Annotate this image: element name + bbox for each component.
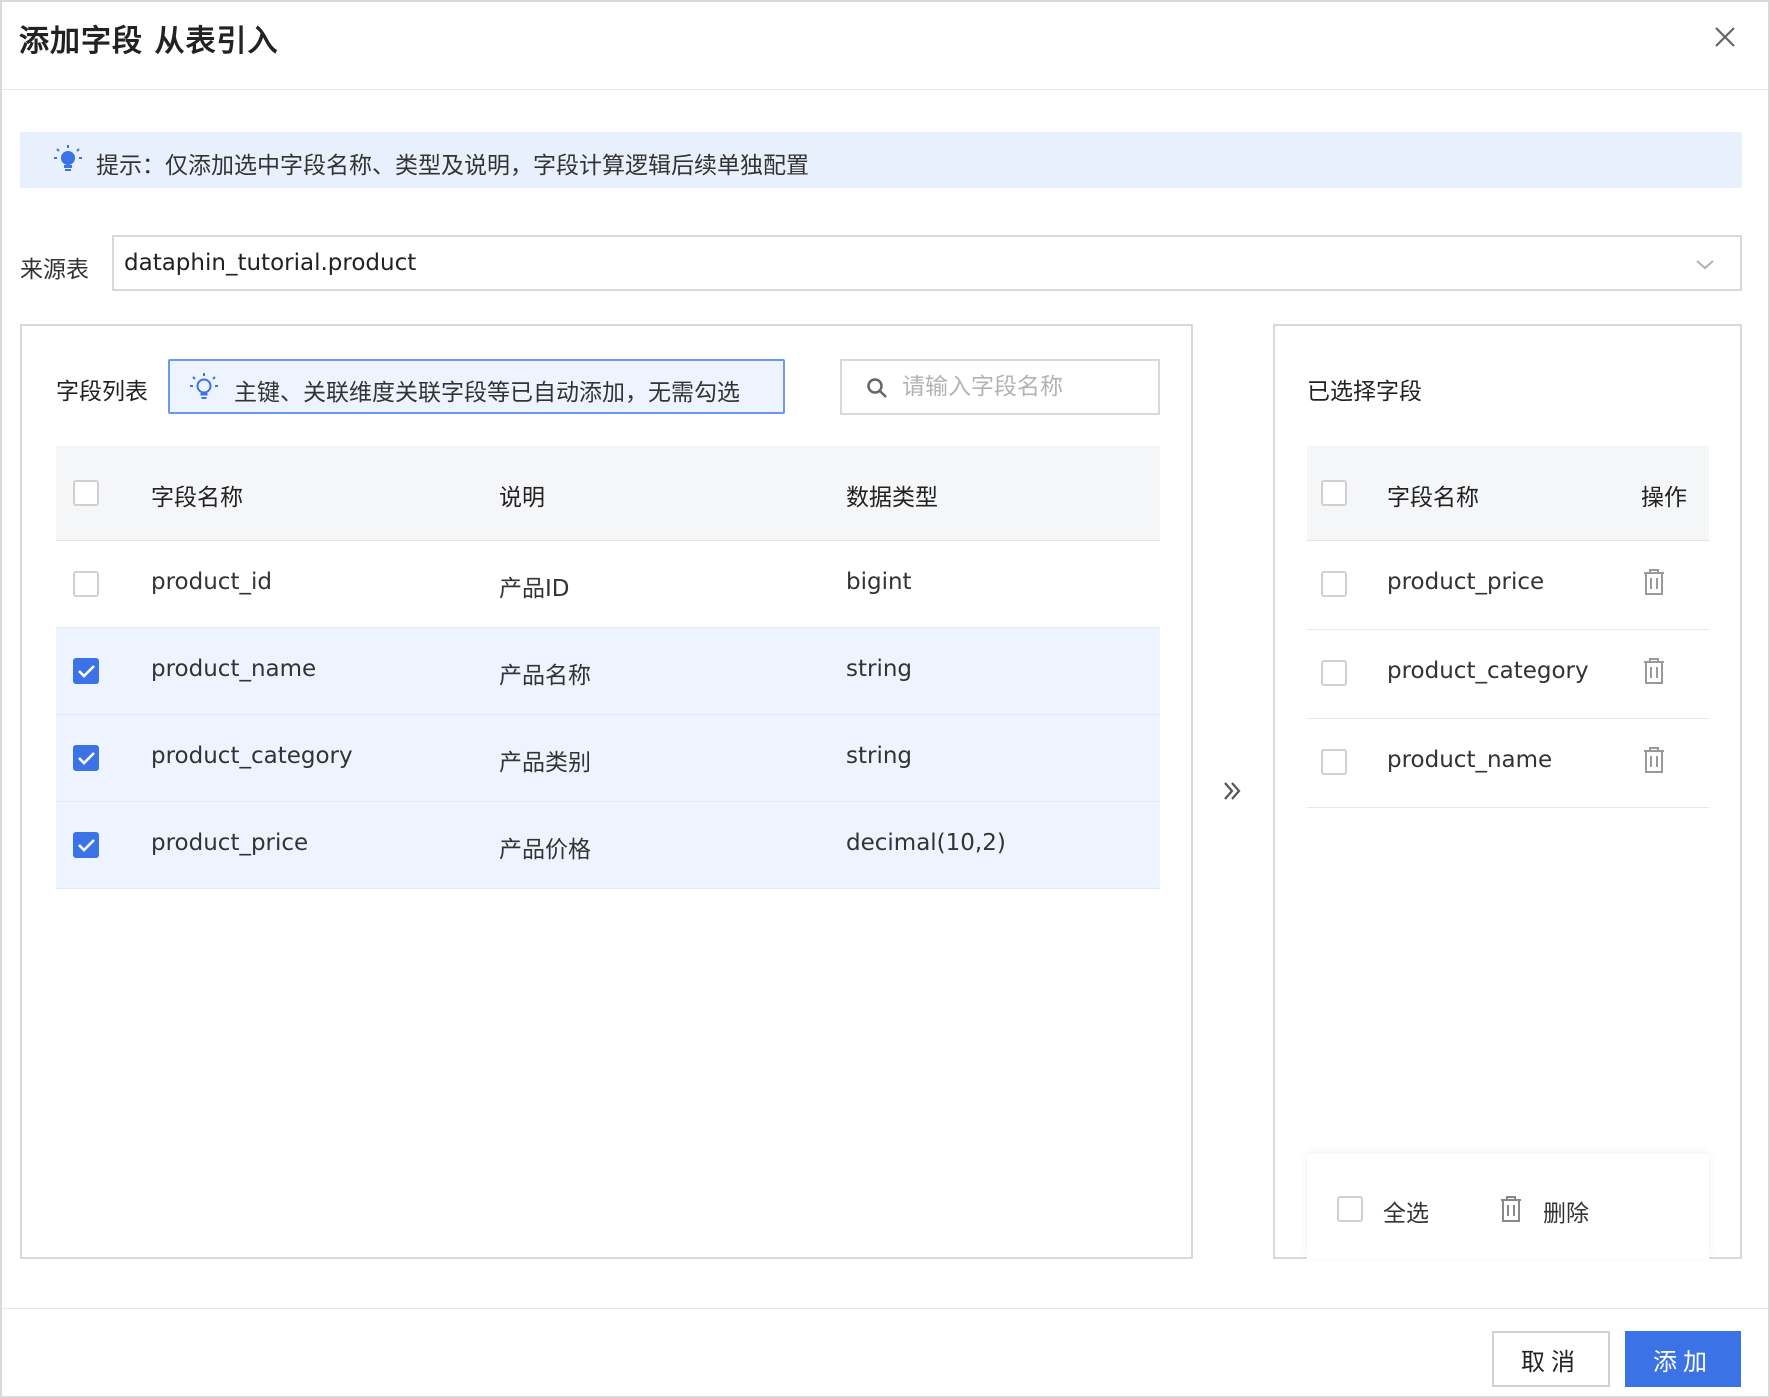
row-checkbox[interactable] xyxy=(1321,571,1347,597)
tip-text: 提示：仅添加选中字段名称、类型及说明，字段计算逻辑后续单独配置 xyxy=(96,153,809,179)
selected-field-name: product_name xyxy=(1387,747,1553,773)
column-header-name: 字段名称 xyxy=(1387,485,1479,511)
field-type: string xyxy=(846,656,913,682)
trash-icon[interactable] xyxy=(1642,656,1666,686)
selected-fields-panel: 已选择字段 字段名称 操作 product_price product_cate… xyxy=(1273,324,1742,1259)
dialog-header: 添加字段 从表引入 xyxy=(2,2,1768,90)
field-type: string xyxy=(846,743,913,769)
field-list-panel: 字段列表 主键、关联维度关联字段等已自动添加，无需勾选 字段名称 说明 数据类 xyxy=(20,324,1193,1259)
field-list-title: 字段列表 xyxy=(56,379,148,405)
dialog-title: 添加字段 从表引入 xyxy=(19,24,279,59)
row-checkbox[interactable] xyxy=(73,832,99,858)
dialog-footer: 取消 添加 xyxy=(2,1308,1768,1398)
table-row[interactable]: product_id 产品ID bigint xyxy=(56,541,1160,628)
column-header-name: 字段名称 xyxy=(151,485,243,511)
close-icon[interactable] xyxy=(1710,22,1740,52)
table-header: 字段名称 说明 数据类型 xyxy=(56,446,1160,541)
add-field-dialog: 添加字段 从表引入 提示：仅添加选中字段名称、类型及说明，字段计算逻辑后续单独配… xyxy=(0,0,1770,1398)
field-name: product_category xyxy=(151,743,353,769)
checkmark-icon xyxy=(78,665,95,678)
source-table-value: dataphin_tutorial.product xyxy=(124,250,417,276)
selected-table: 字段名称 操作 product_price product_category p… xyxy=(1307,446,1709,808)
field-search[interactable] xyxy=(840,359,1160,415)
delete-button[interactable]: 删除 xyxy=(1543,1194,1589,1228)
selected-field-name: product_price xyxy=(1387,569,1545,595)
field-desc: 产品类别 xyxy=(499,750,591,776)
selected-field-name: product_category xyxy=(1387,658,1589,684)
double-chevron-right-icon[interactable] xyxy=(1222,780,1242,802)
checkmark-icon xyxy=(78,752,95,765)
table-row[interactable]: product_price 产品价格 decimal(10,2) xyxy=(56,802,1160,889)
column-header-type: 数据类型 xyxy=(846,485,938,511)
selected-fields-title: 已选择字段 xyxy=(1307,379,1422,405)
field-desc: 产品ID xyxy=(499,576,570,602)
source-table-select[interactable]: dataphin_tutorial.product xyxy=(112,235,1742,291)
search-icon xyxy=(867,378,887,398)
lightbulb-icon xyxy=(190,373,218,399)
search-input[interactable] xyxy=(902,373,1152,401)
trash-icon[interactable] xyxy=(1499,1194,1523,1224)
row-checkbox[interactable] xyxy=(73,658,99,684)
tip-banner: 提示：仅添加选中字段名称、类型及说明，字段计算逻辑后续单独配置 xyxy=(20,132,1742,188)
field-name: product_price xyxy=(151,830,309,856)
field-type: decimal(10,2) xyxy=(846,830,1006,856)
select-all-checkbox[interactable] xyxy=(1337,1196,1363,1222)
row-checkbox[interactable] xyxy=(73,745,99,771)
field-name: product_name xyxy=(151,656,317,682)
checkmark-icon xyxy=(78,839,95,852)
row-checkbox[interactable] xyxy=(1321,660,1347,686)
row-checkbox[interactable] xyxy=(1321,749,1347,775)
column-header-desc: 说明 xyxy=(499,485,545,511)
row-checkbox[interactable] xyxy=(73,571,99,597)
selected-row[interactable]: product_price xyxy=(1307,541,1709,630)
cancel-button[interactable]: 取消 xyxy=(1492,1331,1610,1387)
auto-add-note-text: 主键、关联维度关联字段等已自动添加，无需勾选 xyxy=(234,380,740,406)
lightbulb-icon xyxy=(54,145,82,171)
field-desc: 产品名称 xyxy=(499,663,591,689)
table-row[interactable]: product_name 产品名称 string xyxy=(56,628,1160,715)
select-all-checkbox[interactable] xyxy=(73,480,99,506)
trash-icon[interactable] xyxy=(1642,745,1666,775)
select-all-label[interactable]: 全选 xyxy=(1383,1194,1429,1228)
selected-footer: 全选 删除 xyxy=(1307,1154,1709,1259)
column-header-action: 操作 xyxy=(1641,485,1687,511)
selected-row[interactable]: product_category xyxy=(1307,630,1709,719)
auto-add-note: 主键、关联维度关联字段等已自动添加，无需勾选 xyxy=(168,359,785,414)
field-name: product_id xyxy=(151,569,272,595)
source-table-label: 来源表 xyxy=(20,257,89,283)
field-desc: 产品价格 xyxy=(499,837,591,863)
trash-icon[interactable] xyxy=(1642,567,1666,597)
selected-row[interactable]: product_name xyxy=(1307,719,1709,808)
chevron-down-icon xyxy=(1696,260,1714,270)
add-button[interactable]: 添加 xyxy=(1625,1331,1741,1387)
field-table: 字段名称 说明 数据类型 product_id 产品ID bigint prod… xyxy=(56,446,1160,889)
selected-header-checkbox[interactable] xyxy=(1321,480,1347,506)
table-row[interactable]: product_category 产品类别 string xyxy=(56,715,1160,802)
field-type: bigint xyxy=(846,569,912,595)
selected-table-header: 字段名称 操作 xyxy=(1307,446,1709,541)
